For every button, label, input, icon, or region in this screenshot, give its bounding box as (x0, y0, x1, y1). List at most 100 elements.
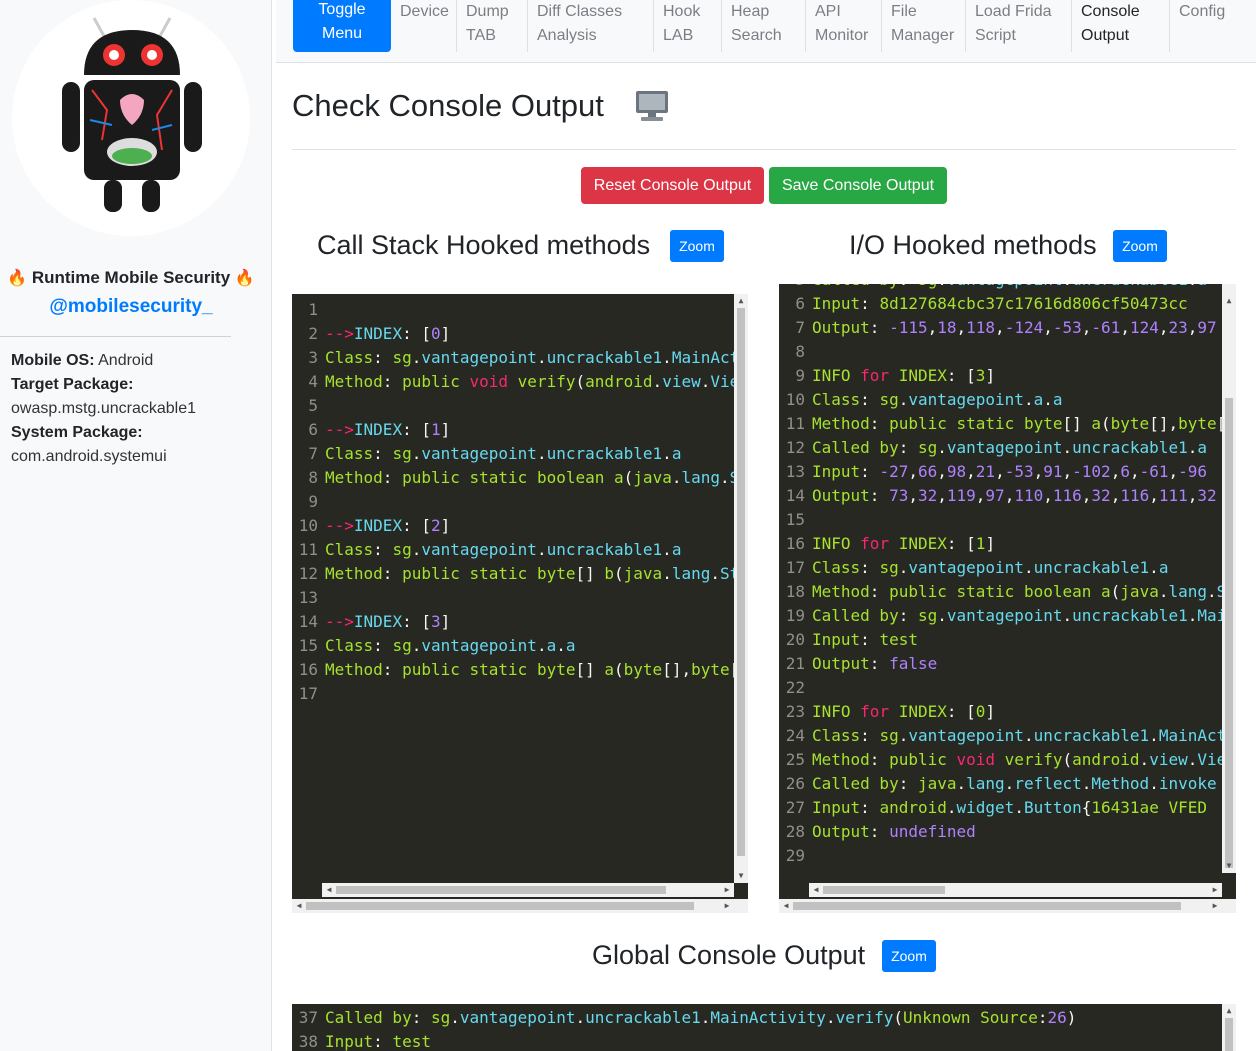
code-token: [] (575, 564, 605, 583)
code-token: . (662, 540, 672, 559)
io-zoom-button[interactable]: Zoom (1113, 230, 1167, 262)
code-token: MainActivity (671, 348, 734, 367)
code-token: Class (812, 726, 861, 745)
code-token: . (1004, 774, 1015, 793)
code-line: 14 Output: 73,32,119,97,110,116,32,116,11… (779, 484, 1222, 508)
code-token: Method (325, 564, 383, 583)
code-line: 17 (292, 682, 734, 706)
io-vscroll[interactable]: ▲ ▼ (1222, 284, 1236, 873)
line-number: 16 (298, 660, 318, 679)
call-stack-outer-hscroll-thumb[interactable] (306, 902, 694, 910)
code-token: a (1101, 582, 1111, 601)
io-hscroll[interactable]: ◀ ▶ (809, 883, 1222, 897)
io-outer-hscroll-thumb[interactable] (793, 902, 1181, 910)
global-vscroll[interactable]: ▲ (1222, 1004, 1236, 1051)
code-token: . (1023, 558, 1034, 577)
code-token: a (546, 636, 557, 655)
toggle-menu-button[interactable]: Toggle Menu (293, 0, 391, 52)
code-token: invoke (1158, 774, 1217, 793)
code-token: 110 (1014, 486, 1044, 505)
code-token: vantagepoint (908, 390, 1024, 409)
sidebar: 🔥 Runtime Mobile Security 🔥 @mobilesecur… (0, 0, 272, 1051)
nav-item-load-frida[interactable]: Load Frida Script (966, 0, 1072, 52)
code-token: 32 (917, 486, 938, 505)
line-number: 15 (298, 636, 318, 655)
global-console-editor[interactable]: 37 Called by: sg.vantagepoint.uncrackable… (292, 1004, 1236, 1051)
nav-item-device[interactable]: Device (391, 0, 457, 52)
code-token: ] (440, 420, 451, 439)
code-token: 32 (1197, 486, 1217, 505)
nav-item-heap[interactable]: Heap Search (722, 0, 806, 52)
code-token: : (373, 1032, 393, 1051)
scroll-right-icon: ▶ (1212, 885, 1218, 894)
code-token: a (1197, 284, 1207, 289)
code-line: 1 (292, 298, 734, 322)
code-line: 14 -->INDEX: [3] (292, 610, 734, 634)
toggle-label-2: Menu (321, 25, 363, 42)
code-line: 2 -->INDEX: [0] (292, 322, 734, 346)
twitter-handle-link[interactable]: @mobilesecurity_ (0, 296, 262, 318)
code-token: . (710, 564, 720, 583)
nav-item-config[interactable]: Config (1170, 0, 1256, 52)
code-token: : (869, 750, 890, 769)
global-console-zoom-button[interactable]: Zoom (882, 940, 936, 972)
nav-item-api[interactable]: API Monitor (806, 0, 882, 52)
code-line: 16 Method: public static byte[] a(byte[],… (292, 658, 734, 682)
code-token: 26 (1047, 1008, 1067, 1027)
code-token: 3 (430, 612, 441, 631)
code-token: , (927, 318, 938, 337)
code-line: 11 Method: public static byte[] a(byte[],… (779, 412, 1222, 436)
io-hscroll-thumb[interactable] (823, 886, 945, 894)
code-token: 8d127684cbc37c17616d806cf50473cc (879, 294, 1188, 313)
call-stack-zoom-button[interactable]: Zoom (670, 230, 724, 262)
code-token: uncrackable1 (1072, 438, 1188, 457)
code-token: Method (812, 750, 870, 769)
io-editor[interactable]: 5Called by: sg.vantagepoint.uncrackable1… (779, 284, 1236, 913)
code-token: 0 (975, 702, 986, 721)
nav-item-hook[interactable]: Hook LAB (654, 0, 722, 52)
nav-item-sublabel: Output (1081, 27, 1130, 44)
code-token: , (1187, 318, 1198, 337)
code-token: : (373, 348, 393, 367)
code-token: , (908, 486, 918, 505)
nav-item-diff-classes[interactable]: Diff Classes Analysis (528, 0, 654, 52)
save-console-button[interactable]: Save Console Output (769, 167, 947, 204)
call-stack-hscroll[interactable]: ◀ ▶ (322, 883, 734, 897)
code-token: , (1158, 318, 1169, 337)
code-token: : (869, 582, 890, 601)
code-token: INDEX (898, 534, 947, 553)
code-token: INFO (812, 534, 851, 553)
code-token: : (860, 390, 880, 409)
nav-item-file[interactable]: File Manager (882, 0, 966, 52)
nav-item-label: Diff Classes (537, 3, 623, 20)
reset-console-button[interactable]: Reset Console Output (581, 167, 764, 204)
call-stack-editor[interactable]: 1 2 -->INDEX: [0] 3 Class: sg.vantagepoint.u… (292, 294, 748, 913)
nav-item-console[interactable]: Console Output (1072, 0, 1170, 52)
code-token: vantagepoint (946, 606, 1063, 625)
call-stack-outer-hscroll[interactable]: ◀ ▶ (292, 899, 748, 913)
code-line: 26 Called by: java.lang.reflect.Method.in… (779, 772, 1222, 796)
line-number: 4 (308, 372, 318, 391)
scroll-down-icon: ▼ (1226, 861, 1232, 870)
io-outer-hscroll[interactable]: ◀ ▶ (779, 899, 1236, 913)
code-token: public (889, 750, 947, 769)
io-vscroll-thumb[interactable] (1225, 398, 1233, 868)
line-number: 26 (785, 774, 805, 793)
call-stack-hscroll-thumb[interactable] (336, 886, 666, 894)
global-vscroll-thumb[interactable] (1225, 1018, 1233, 1051)
code-line: 5Called by: sg.vantagepoint.uncrackable1… (779, 284, 1222, 292)
nav-item-dump[interactable]: Dump TAB (457, 0, 528, 52)
code-token: View) (1197, 750, 1222, 769)
code-token: java (1120, 582, 1159, 601)
code-token: . (536, 540, 547, 559)
code-token: 116 (1120, 486, 1150, 505)
code-token: . (937, 606, 947, 625)
code-line: 16 INFO for INDEX: [1] (779, 532, 1222, 556)
scroll-down-icon: ▼ (738, 871, 744, 880)
call-stack-vscroll-thumb[interactable] (737, 308, 745, 856)
code-token: vantagepoint (421, 540, 537, 559)
code-token: 119 (946, 486, 976, 505)
call-stack-vscroll[interactable]: ▲ ▼ (734, 294, 748, 883)
line-number: 13 (785, 462, 805, 481)
